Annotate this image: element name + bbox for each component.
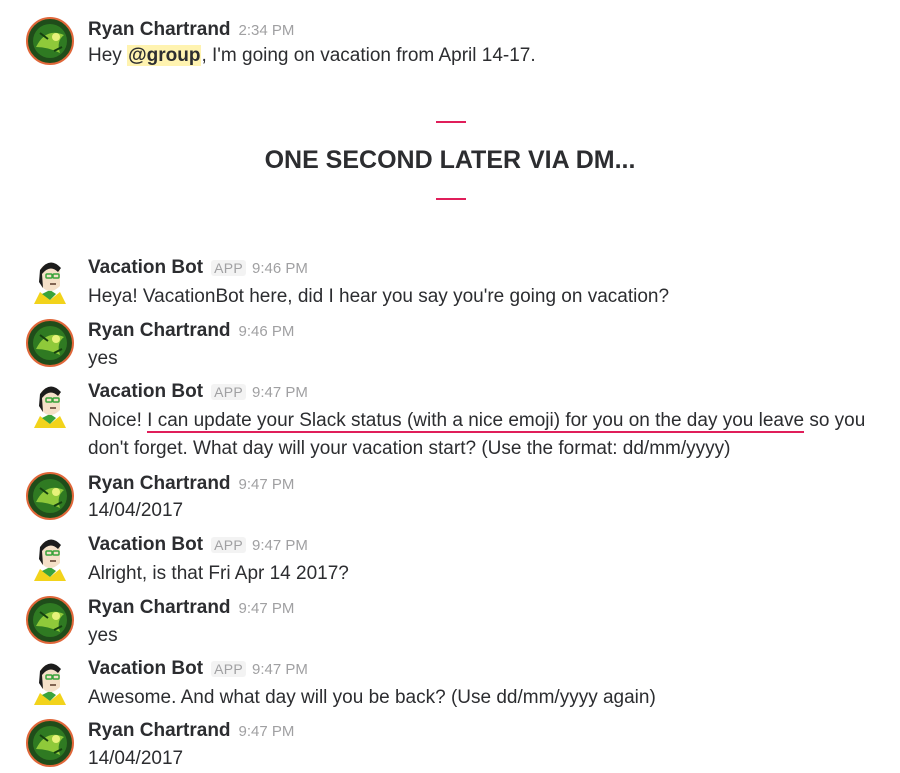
text-segment: , I'm going on vacation from April 14-17… [201, 45, 536, 66]
message-text: Noice! I can update your Slack status (w… [88, 407, 878, 463]
app-badge: APP [211, 661, 246, 677]
timestamp[interactable]: 9:47 PM [252, 384, 308, 401]
bot-avatar[interactable] [26, 380, 74, 428]
text-segment: Noice! [88, 410, 148, 431]
sender-name[interactable]: Ryan Chartrand [88, 720, 231, 741]
sender-name[interactable]: Ryan Chartrand [88, 320, 231, 341]
app-badge: APP [211, 260, 246, 276]
app-badge: APP [211, 537, 246, 553]
timestamp[interactable]: 9:46 PM [252, 260, 308, 277]
divider-line-bottom [436, 198, 466, 200]
timestamp[interactable]: 2:34 PM [239, 22, 295, 39]
highlighted-text: I can update your Slack status (with a n… [147, 410, 805, 433]
bot-avatar[interactable] [26, 657, 74, 705]
bot-avatar[interactable] [26, 256, 74, 304]
ryan-avatar-icon [26, 472, 74, 520]
text-segment: Hey [88, 45, 128, 66]
bot-avatar[interactable] [26, 533, 74, 581]
vacation-bot-avatar-icon [34, 539, 66, 581]
sender-name[interactable]: Vacation Bot [88, 381, 203, 402]
message-text: 14/04/2017 [88, 500, 184, 521]
app-badge: APP [211, 384, 246, 400]
sender-name[interactable]: Vacation Bot [88, 534, 203, 555]
user-avatar[interactable] [26, 719, 74, 767]
sender-name[interactable]: Ryan Chartrand [88, 19, 231, 40]
vacation-bot-avatar-icon [34, 386, 66, 428]
user-avatar[interactable] [26, 596, 74, 644]
timestamp[interactable]: 9:47 PM [252, 661, 308, 678]
timestamp[interactable]: 9:46 PM [239, 323, 295, 340]
ryan-avatar-icon [26, 17, 74, 65]
timestamp[interactable]: 9:47 PM [252, 537, 308, 554]
mention-group[interactable]: @group [127, 45, 202, 66]
sender-name[interactable]: Vacation Bot [88, 257, 203, 278]
sender-name[interactable]: Vacation Bot [88, 658, 203, 679]
ryan-avatar-icon [26, 596, 74, 644]
sender-name[interactable]: Ryan Chartrand [88, 473, 231, 494]
user-avatar[interactable] [26, 17, 74, 65]
section-heading: ONE SECOND LATER VIA DM... [264, 146, 636, 174]
user-avatar[interactable] [26, 472, 74, 520]
divider-line-top [436, 121, 466, 123]
ryan-avatar-icon [26, 319, 74, 367]
timestamp[interactable]: 9:47 PM [239, 600, 295, 617]
message-text: Hey @group, I'm going on vacation from A… [88, 42, 878, 70]
vacation-bot-avatar-icon [34, 663, 66, 705]
sender-name[interactable]: Ryan Chartrand [88, 597, 231, 618]
user-avatar[interactable] [26, 319, 74, 367]
ryan-avatar-icon [26, 719, 74, 767]
message-text: Awesome. And what day will you be back? … [88, 687, 656, 708]
timestamp[interactable]: 9:47 PM [239, 476, 295, 493]
vacation-bot-avatar-icon [34, 262, 66, 304]
message-text: yes [88, 625, 118, 646]
message-text: Heya! VacationBot here, did I hear you s… [88, 286, 670, 307]
message-text: Alright, is that Fri Apr 14 2017? [88, 563, 349, 584]
message-text: yes [88, 348, 118, 369]
timestamp[interactable]: 9:47 PM [239, 723, 295, 740]
